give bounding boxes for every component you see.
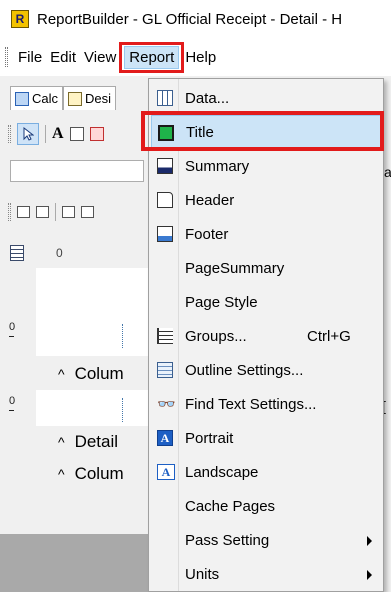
menu-item-label: PageSummary [185,259,285,277]
menu-item-label: Pass Setting [185,531,270,549]
column-header-band-area[interactable] [36,316,150,356]
report-menu-dropdown: Data... Title Summary Header Footer Page… [148,78,384,592]
menu-item-title[interactable]: Title [151,115,381,149]
menu-item-pagesummary[interactable]: PageSummary [151,251,381,285]
ruler-zero-label: 0 [56,246,63,260]
submenu-arrow-icon [367,570,372,580]
menu-item-shortcut: Ctrl+G [307,327,351,345]
space-icon[interactable] [36,201,49,223]
menu-item-label: Footer [185,225,229,243]
field-combo-box[interactable] [10,160,144,182]
calc-icon [15,91,29,106]
window-title: ReportBuilder - GL Official Receipt - De… [37,10,343,28]
design-icon [68,91,83,106]
menu-item-cache-pages[interactable]: Cache Pages [151,489,381,523]
tab-design[interactable]: Desi [63,86,117,110]
align-icon[interactable] [17,201,30,223]
menu-item-label: Title [186,123,214,141]
menu-item-groups[interactable]: Groups... Ctrl+G [151,319,381,353]
menu-item-footer[interactable]: Footer [151,217,381,251]
header-icon [157,192,173,208]
collapse-caret-icon[interactable]: ^ [58,466,65,482]
menu-item-label: Groups... [185,327,247,345]
menu-item-label: Page Style [185,293,258,311]
band-label: Colum [74,364,124,383]
menu-item-label: Cache Pages [185,497,276,515]
menu-item-header[interactable]: Header [151,183,381,217]
menu-item-outline-settings[interactable]: Outline Settings... [151,353,381,387]
send-back-icon[interactable] [81,201,94,223]
summary-band-icon [157,158,173,174]
label-tool-icon[interactable]: A [52,123,64,145]
menu-item-label: Outline Settings... [185,361,304,379]
menubar-grip[interactable] [5,47,8,67]
title-bar: R ReportBuilder - GL Official Receipt - … [0,0,391,38]
menu-item-label: Landscape [185,463,259,481]
tab-calc-label: Calc [32,91,59,106]
menu-item-label: Portrait [185,429,234,447]
menu-report[interactable]: Report [119,41,185,73]
menu-item-find-text-settings[interactable]: 👓 Find Text Settings... [151,387,381,421]
peek-text: a [384,164,391,180]
footer-icon [157,226,173,242]
band-detail[interactable]: ^ Detail [36,426,150,458]
vertical-ruler-tick: 0 [9,321,16,337]
submenu-arrow-icon [367,536,372,546]
portrait-icon: A [157,430,173,446]
data-grid-icon [157,90,173,106]
band-column-header[interactable]: ^ Colum [36,358,150,390]
binoculars-icon: 👓 [157,395,176,413]
workspace-background [0,534,150,592]
outline-icon [157,362,173,378]
menu-item-units[interactable]: Units [151,557,381,591]
menu-item-label: Find Text Settings... [185,395,317,413]
menu-item-label: Header [185,191,235,209]
title-band-icon [158,125,174,141]
menu-view[interactable]: View [80,49,120,66]
detail-band-area[interactable] [36,390,150,426]
landscape-icon: A [157,464,175,480]
toolbar-grip[interactable] [8,203,11,221]
collapse-caret-icon[interactable]: ^ [58,434,65,450]
menu-item-pass-setting[interactable]: Pass Setting [151,523,381,557]
menu-item-label: Units [185,565,220,583]
menu-edit[interactable]: Edit [46,49,80,66]
groups-icon [157,328,173,344]
toolbar-separator [55,203,56,221]
menu-item-landscape[interactable]: A Landscape [151,455,381,489]
select-arrow-icon[interactable] [17,123,39,145]
menu-item-data[interactable]: Data... [151,81,381,115]
toolbar-separator [45,125,46,143]
memo-tool-icon[interactable] [69,123,84,145]
menu-file[interactable]: File [14,49,46,66]
collapse-caret-icon[interactable]: ^ [58,366,65,382]
band-column-footer[interactable]: ^ Colum [36,458,150,490]
menu-item-label: Summary [185,157,250,175]
vertical-ruler-tick: 0 [9,395,16,411]
band-label: Detail [74,432,119,451]
image-tool-icon[interactable] [89,123,104,145]
menu-help[interactable]: Help [181,49,220,66]
band-label: Colum [74,464,124,483]
toolbar-grip[interactable] [8,125,11,143]
menu-bar: File Edit View Report Help [0,38,391,76]
menu-item-page-style[interactable]: Page Style [151,285,381,319]
toolbar-row-1: A [0,118,150,150]
app-logo-icon: R [11,10,29,28]
design-surface[interactable] [36,268,150,316]
bring-front-icon[interactable] [62,201,75,223]
menu-item-portrait[interactable]: A Portrait [151,421,381,455]
tab-calc[interactable]: Calc [10,86,64,110]
menu-item-label: Data... [185,89,230,107]
toolbar-row-3 [0,196,150,228]
menu-item-summary[interactable]: Summary [151,149,381,183]
ruler-icon[interactable] [10,245,24,261]
tab-design-label: Desi [85,91,112,106]
horizontal-ruler: 0 [0,238,150,268]
